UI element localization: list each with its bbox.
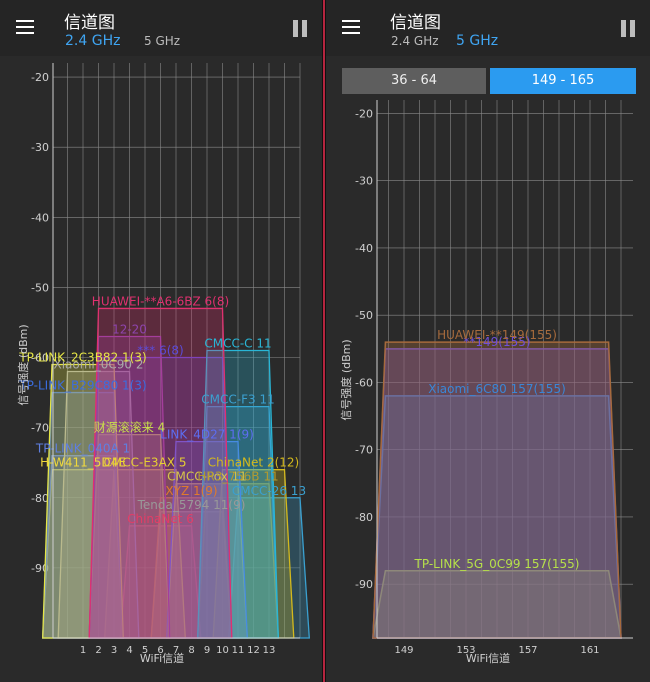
- network-label: Tenda_5794 11(9): [137, 498, 246, 512]
- y-tick-label: -20: [355, 107, 373, 120]
- y-tick-label: -60: [355, 376, 373, 389]
- network-label: ChinaNet 2(12): [208, 456, 299, 470]
- y-tick-label: -50: [355, 309, 373, 322]
- y-tick-label: -30: [31, 141, 49, 154]
- network-label: CMCC-E3AX 5: [104, 456, 187, 470]
- network-label: Xiaomi_6C80 157(155): [428, 382, 566, 396]
- x-tick-label: 13: [263, 645, 276, 656]
- x-tick-label: 3: [111, 645, 117, 656]
- channel-graph-5ghz-panel: 信道图 2.4 GHz 5 GHz 36 - 64 149 - 165 -20-…: [326, 0, 650, 682]
- x-tick-label: 1: [80, 645, 86, 656]
- x-tick-label: 2: [95, 645, 101, 656]
- channel-chart-24ghz: -20-30-40-50-60-70-80-90ChinaNet 6Tenda_…: [16, 63, 310, 665]
- network-label: CMCC-C 11: [204, 337, 271, 351]
- y-axis-title: 信号强度 (dBm): [16, 324, 30, 405]
- network-label: LINK_4D27 1(9): [160, 428, 254, 442]
- y-axis-title: 信号强度 (dBm): [339, 339, 353, 420]
- x-tick-label: 149: [394, 645, 413, 656]
- network-label: CMCC-26 13: [232, 484, 306, 498]
- network-label: HR3_756B 11: [197, 470, 278, 484]
- network-label: ChinaNet 6: [127, 512, 194, 526]
- network-label: CMCC-F3 11: [201, 393, 274, 407]
- x-tick-label: 10: [216, 645, 229, 656]
- x-tick-label: 11: [232, 645, 245, 656]
- y-tick-label: -90: [355, 578, 373, 591]
- x-axis-title: WiFi信道: [466, 651, 510, 665]
- y-tick-label: -50: [31, 281, 49, 294]
- x-axis-title: WiFi信道: [140, 651, 184, 665]
- y-tick-label: -80: [31, 492, 49, 505]
- channel-chart-5ghz: -20 -30 -40 -50 -60 -70 -80 -90 TP-LINK_5G_0C99 …: [339, 100, 633, 665]
- network-label: 12-20: [112, 322, 147, 336]
- x-tick-label: 4: [126, 645, 132, 656]
- network-label: *** 6(8): [137, 344, 183, 358]
- y-tick-label: -70: [355, 444, 373, 457]
- channel-graph-24ghz-panel: 信道图 2.4 GHz 5 GHz -20 -30 -40 -50 -60 -70 -80-…: [0, 0, 322, 682]
- x-tick-label: 161: [580, 645, 599, 656]
- network-label: HUAWEI-**A6-6BZ 6(8): [92, 294, 229, 308]
- x-tick-label: 9: [204, 645, 210, 656]
- y-tick-label: -30: [355, 175, 373, 188]
- x-tick-label: 8: [188, 645, 194, 656]
- network-label: HUAWEI-**149(155): [437, 328, 557, 342]
- x-tick-label: 12: [247, 645, 260, 656]
- network-label: TP-LINK_2C3B82 1(3): [18, 351, 146, 365]
- network-label: TP-LINK_5G_0C99 157(155): [414, 557, 580, 571]
- y-tick-label: -80: [355, 511, 373, 524]
- y-tick-label: -40: [355, 242, 373, 255]
- y-tick-label: -70: [31, 422, 49, 435]
- network-label: XYZ 1(9): [165, 484, 217, 498]
- network-label: 财源滚滚来 4: [94, 420, 165, 435]
- network-label: TP-LINK_040A 1: [35, 442, 130, 456]
- network-label: TP-LINK_B29C80 1(3): [18, 379, 146, 393]
- y-tick-label: -20: [31, 71, 49, 84]
- y-tick-label: -40: [31, 211, 49, 224]
- x-tick-label: 157: [518, 645, 537, 656]
